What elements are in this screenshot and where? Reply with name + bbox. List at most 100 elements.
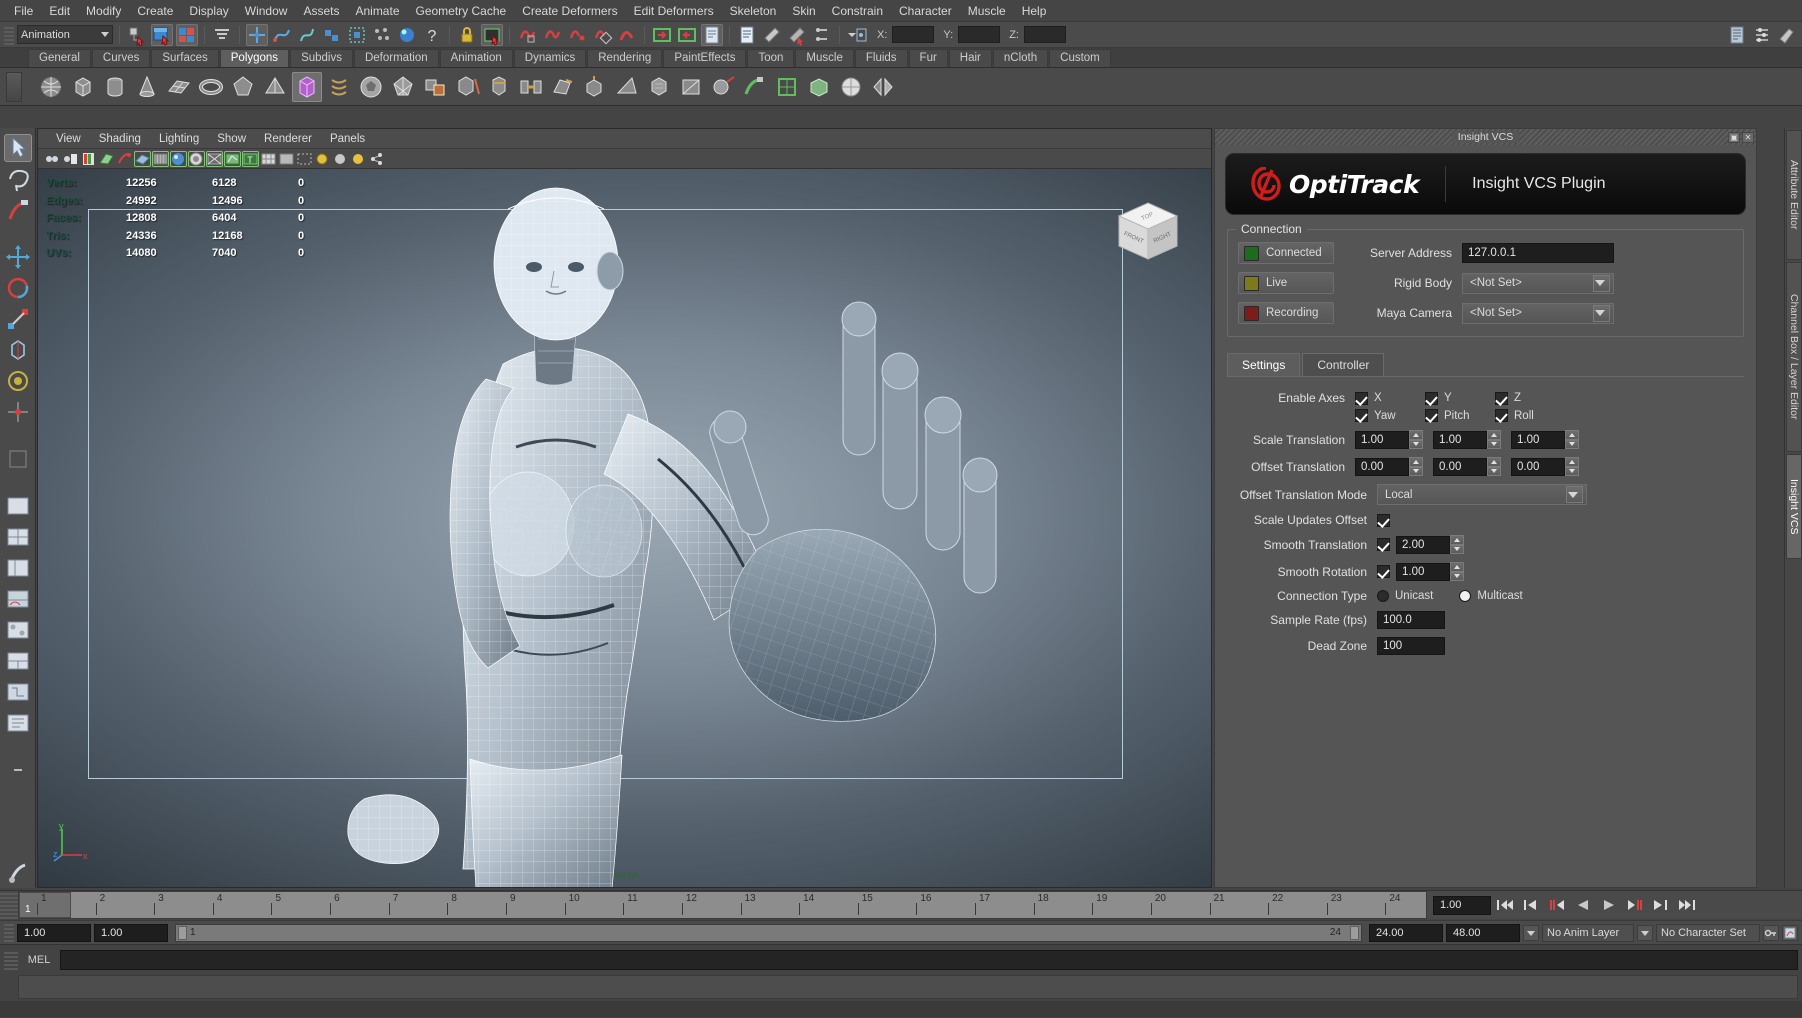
- render-view-icon[interactable]: [481, 23, 503, 46]
- viewport-3d-scene[interactable]: Verts: 12256 6128 0 Edges: 24992 12496 0…: [38, 169, 1211, 887]
- help-icon[interactable]: ?: [421, 24, 443, 46]
- layout-single-icon[interactable]: [4, 492, 32, 520]
- view-cube[interactable]: TOP FRONT RIGHT: [1111, 197, 1185, 271]
- spin-down-icon[interactable]: [1565, 439, 1579, 449]
- step-back-frame-icon[interactable]: [1545, 895, 1569, 915]
- axis-pitch-checkbox-wrap[interactable]: Pitch: [1425, 409, 1495, 422]
- tab-controller[interactable]: Controller: [1302, 353, 1385, 376]
- play-forwards-icon[interactable]: [1597, 895, 1621, 915]
- select-mask-icon[interactable]: [211, 24, 233, 46]
- render-settings-icon[interactable]: [541, 24, 563, 46]
- shelf-tab-custom[interactable]: Custom: [1049, 49, 1111, 67]
- viewport-menu-show[interactable]: Show: [209, 132, 254, 146]
- axis-y-checkbox-wrap[interactable]: Y: [1425, 391, 1495, 405]
- shelf-tab-fur[interactable]: Fur: [908, 49, 948, 67]
- open-sidebar-left-icon[interactable]: [651, 24, 673, 46]
- layout-relationship-icon[interactable]: [4, 678, 32, 706]
- character-set-menu-icon[interactable]: [1637, 924, 1653, 941]
- isolate-select-icon[interactable]: [314, 151, 331, 167]
- snap-to-grid-icon[interactable]: [246, 23, 268, 46]
- select-tool-icon[interactable]: [3, 134, 32, 162]
- construction-history-points-icon[interactable]: [371, 24, 393, 46]
- viewport-menu-shading[interactable]: Shading: [91, 132, 149, 146]
- show-manipulator-icon[interactable]: [4, 398, 32, 426]
- xray-icon[interactable]: [224, 151, 241, 167]
- spin-up-icon[interactable]: [1487, 430, 1501, 440]
- viewport-menu-panels[interactable]: Panels: [322, 132, 373, 146]
- spin-down-icon[interactable]: [1487, 466, 1501, 476]
- poly-prism-icon[interactable]: [228, 72, 258, 102]
- menu-file[interactable]: File: [6, 2, 41, 20]
- menu-edit-deformers[interactable]: Edit Deformers: [626, 2, 722, 20]
- layout-reference-editor-icon[interactable]: [4, 709, 32, 737]
- range-end-handle[interactable]: [1350, 925, 1359, 940]
- range-playback-start-field[interactable]: 1.00: [94, 923, 168, 942]
- select-by-hierarchy-icon[interactable]: [126, 24, 148, 47]
- poly-cylinder-icon[interactable]: [100, 72, 130, 102]
- shelf-tab-curves[interactable]: Curves: [91, 49, 151, 67]
- poly-triangulate-icon[interactable]: [676, 72, 706, 102]
- poly-pyramid-icon[interactable]: [260, 72, 290, 102]
- shelf-tab-animation[interactable]: Animation: [439, 49, 513, 67]
- spin-down-icon[interactable]: [1450, 544, 1464, 554]
- paint-select-tool-icon[interactable]: [4, 196, 32, 224]
- wireframe-shading-icon[interactable]: [134, 151, 151, 167]
- poly-sphere-icon[interactable]: [36, 72, 66, 102]
- vtab-channel-box-layer-editor[interactable]: Channel Box / Layer Editor: [1786, 262, 1802, 452]
- shelf-tab-general[interactable]: General: [28, 49, 91, 67]
- script-editor-icon[interactable]: [736, 24, 758, 46]
- anim-layer-select[interactable]: No Anim Layer: [1542, 923, 1634, 942]
- go-to-start-icon[interactable]: [1493, 895, 1517, 915]
- character-set-select[interactable]: No Character Set: [1656, 923, 1760, 942]
- share-viewport-icon[interactable]: [368, 151, 385, 167]
- transform-y-field[interactable]: [958, 26, 1001, 43]
- scale-translation-x-input[interactable]: 1.00: [1355, 430, 1409, 449]
- menu-assets[interactable]: Assets: [295, 2, 347, 20]
- smooth-translation-spin-buttons[interactable]: [1450, 535, 1464, 554]
- poly-platonic-icon[interactable]: [388, 72, 418, 102]
- axis-x-checkbox-wrap[interactable]: X: [1355, 391, 1425, 405]
- spin-up-icon[interactable]: [1450, 562, 1464, 572]
- bookmark-icon[interactable]: [80, 151, 97, 167]
- select-camera-icon[interactable]: [44, 151, 61, 167]
- exposure-icon[interactable]: [350, 151, 367, 167]
- smooth-rotation-checkbox[interactable]: [1377, 565, 1390, 578]
- offset-translation-x-spin-buttons[interactable]: [1409, 457, 1423, 476]
- anim-layer-menu-icon[interactable]: [1523, 924, 1539, 941]
- poly-pipe-icon[interactable]: [292, 71, 322, 102]
- universal-manipulator-icon[interactable]: [4, 336, 32, 364]
- offset-translation-z-spin-buttons[interactable]: [1565, 457, 1579, 476]
- grid-toggle-icon[interactable]: [260, 151, 277, 167]
- axis-z-checkbox[interactable]: [1495, 391, 1508, 405]
- spin-up-icon[interactable]: [1565, 430, 1579, 440]
- multicast-radio-wrap[interactable]: Multicast: [1459, 590, 1523, 602]
- shelf-tab-fluids[interactable]: Fluids: [854, 49, 908, 67]
- layout-outliner-persp-icon[interactable]: [4, 554, 32, 582]
- menu-display[interactable]: Display: [181, 2, 236, 20]
- show-tool-settings-icon[interactable]: [1776, 24, 1798, 46]
- ipr-update-icon[interactable]: [332, 151, 349, 167]
- render-globals-icon[interactable]: [591, 24, 613, 46]
- shelf-tab-polygons[interactable]: Polygons: [219, 49, 290, 67]
- layout-persp-graph-icon[interactable]: [4, 585, 32, 613]
- shelf-tab-toon[interactable]: Toon: [747, 49, 795, 67]
- command-input[interactable]: [60, 949, 1798, 970]
- select-by-component-type-icon[interactable]: [176, 23, 198, 46]
- snap-to-point-icon[interactable]: [296, 24, 318, 46]
- paint-effects-tool-icon[interactable]: [4, 859, 32, 887]
- menu-help[interactable]: Help: [1014, 2, 1055, 20]
- menu-create-deformers[interactable]: Create Deformers: [514, 2, 625, 20]
- two-d-pan-zoom-icon[interactable]: [116, 151, 133, 167]
- layout-hypershade-persp-icon[interactable]: [4, 616, 32, 644]
- anim-end-field[interactable]: 24.00: [1369, 923, 1443, 942]
- offset-translation-z-input[interactable]: 0.00: [1511, 457, 1565, 476]
- offset-translation-x-input[interactable]: 0.00: [1355, 457, 1409, 476]
- film-clip-icon[interactable]: [761, 24, 783, 46]
- spin-up-icon[interactable]: [1409, 457, 1423, 467]
- range-slider-track[interactable]: 1 24: [175, 923, 1362, 942]
- viewport-menu-view[interactable]: View: [48, 132, 89, 146]
- sample-rate-input[interactable]: 100.0: [1377, 611, 1445, 629]
- shelf-tab-muscle[interactable]: Muscle: [795, 49, 854, 67]
- smooth-translation-stepper[interactable]: 2.00: [1396, 535, 1464, 554]
- texture-mode-icon[interactable]: T: [242, 151, 259, 167]
